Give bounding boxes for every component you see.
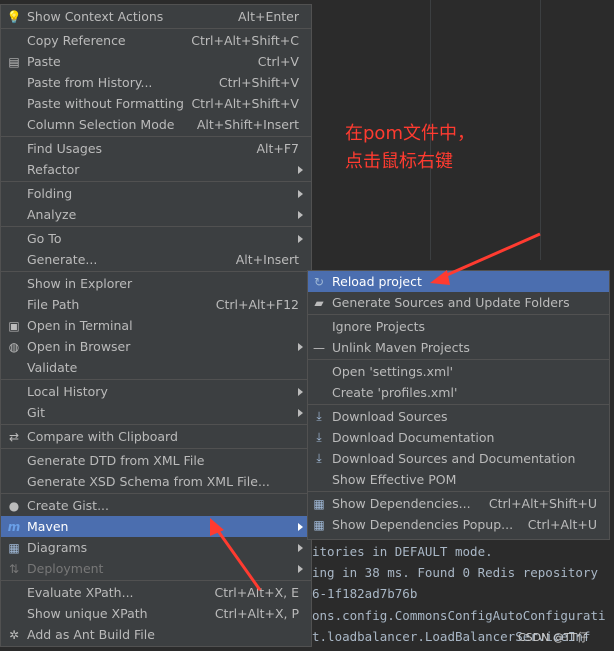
annotation-arrows (210, 232, 541, 591)
arrow-head-maven (210, 518, 224, 536)
arrow-line-reload (439, 232, 541, 280)
arrow-line-maven (214, 527, 262, 591)
arrow-head-reload (430, 270, 450, 285)
